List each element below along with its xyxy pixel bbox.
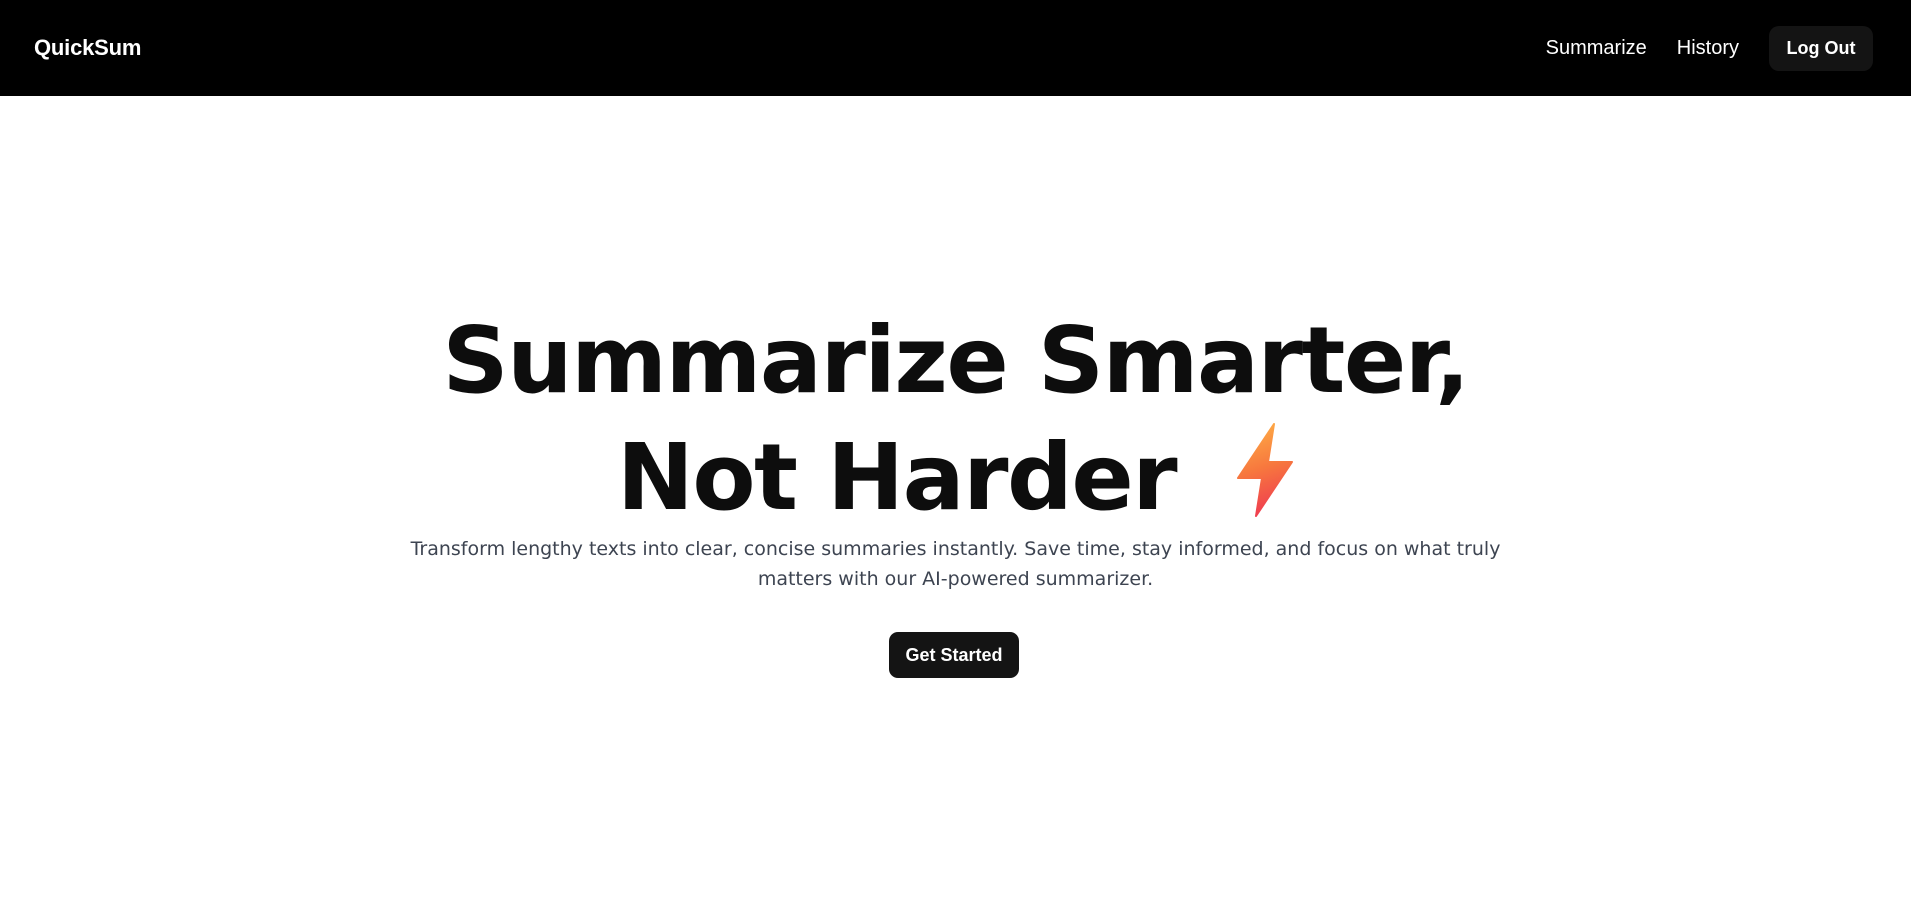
hero-section: Summarize Smarter, Not Harder Transform … [0,96,1911,911]
hero-title-line-1: Summarize Smarter, [442,307,1470,414]
hero-title: Summarize Smarter, Not Harder [0,302,1911,544]
brand-logo[interactable]: QuickSum [34,35,141,61]
nav-link-history[interactable]: History [1677,37,1739,60]
hero-title-line-2-wrapper: Not Harder [0,419,1911,544]
hero-subtitle: Transform lengthy texts into clear, conc… [410,538,1501,590]
logout-button[interactable]: Log Out [1769,25,1873,71]
top-navbar: QuickSum Summarize History Log Out [0,0,1911,96]
nav-link-summarize[interactable]: Summarize [1546,37,1647,60]
lightning-bolt-icon [1236,423,1294,544]
nav-links: Summarize History Log Out [1546,25,1873,71]
hero-title-line-2: Not Harder [616,424,1178,531]
get-started-button[interactable]: Get Started [889,632,1019,678]
